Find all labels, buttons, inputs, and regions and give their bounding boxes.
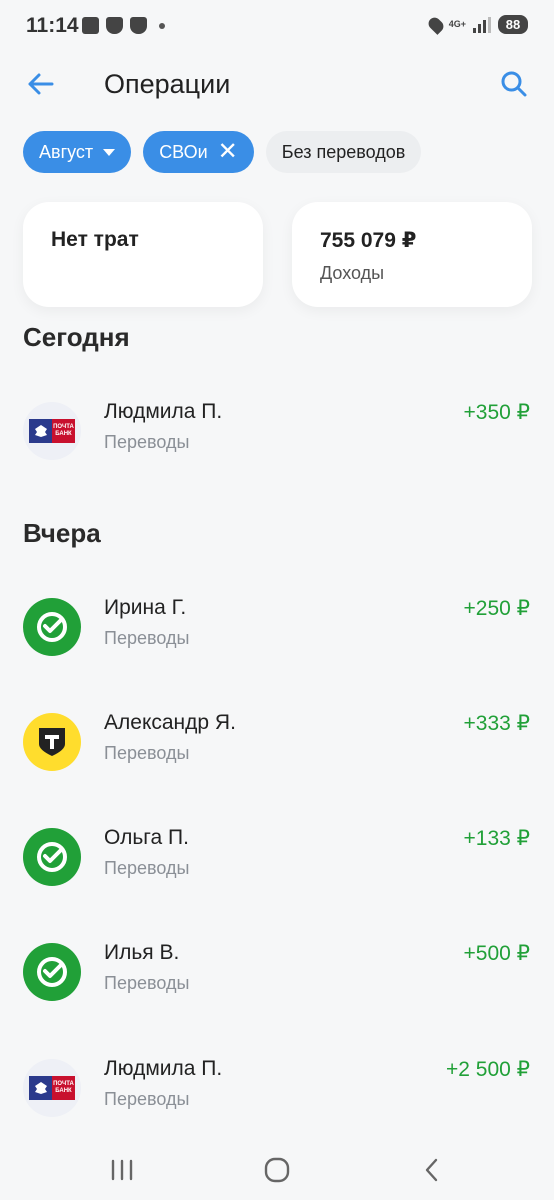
- operation-row[interactable]: ПОЧТА БАНК Людмила П. Переводы +2 500 ₽: [0, 1053, 554, 1123]
- operation-category: Переводы: [104, 432, 190, 452]
- operation-amount: +333 ₽: [463, 712, 531, 735]
- operation-category: Переводы: [104, 973, 190, 993]
- status-bar: 11:14 4G+ 88: [0, 0, 554, 56]
- notification-icons: [82, 17, 165, 34]
- summary-cards: Нет трат 755 079 ₽ Доходы: [23, 202, 532, 307]
- search-icon: [501, 71, 527, 97]
- filter-chip-category[interactable]: СВОи ✕: [143, 131, 254, 173]
- sber-logo-icon: [23, 828, 81, 886]
- operation-row[interactable]: ПОЧТА БАНК Людмила П. Переводы +350 ₽: [0, 396, 554, 466]
- filter-chips: Август СВОи ✕ Без переводов: [23, 131, 422, 173]
- tbank-notification-icon: [106, 17, 123, 34]
- spending-value: Нет трат: [51, 228, 139, 251]
- operation-category: Переводы: [104, 1089, 190, 1109]
- pochta-logo-text: ПОЧТА БАНК: [52, 1076, 75, 1100]
- operation-category: Переводы: [104, 628, 190, 648]
- operation-row[interactable]: Ирина Г. Переводы +250 ₽: [0, 592, 554, 662]
- tbank-notification-icon-2: [130, 17, 147, 34]
- sber-logo-icon: [23, 943, 81, 1001]
- search-button[interactable]: [496, 66, 532, 102]
- operation-category: Переводы: [104, 858, 190, 878]
- income-label: Доходы: [320, 263, 385, 283]
- operation-amount: +250 ₽: [463, 597, 531, 620]
- operation-row[interactable]: Ольга П. Переводы +133 ₽: [0, 822, 554, 892]
- back-button[interactable]: [22, 66, 58, 102]
- operation-name: Илья В.: [104, 941, 180, 964]
- app-header: Операции: [0, 56, 554, 114]
- operation-name: Ольга П.: [104, 826, 189, 849]
- system-icons: 4G+ 88: [425, 14, 528, 35]
- filter-chip-month-label: Август: [39, 141, 94, 162]
- income-card[interactable]: 755 079 ₽ Доходы: [292, 202, 532, 307]
- operation-category: Переводы: [104, 743, 190, 763]
- operation-amount: +500 ₽: [463, 942, 531, 965]
- status-time: 11:14: [26, 14, 79, 37]
- close-icon[interactable]: ✕: [218, 140, 238, 164]
- operation-amount: +133 ₽: [463, 827, 531, 850]
- home-button[interactable]: [257, 1152, 297, 1188]
- network-type: 4G+: [448, 19, 466, 29]
- section-title-yesterday: Вчера: [23, 518, 101, 548]
- operation-amount: +350 ₽: [463, 401, 531, 424]
- operation-name: Людмила П.: [104, 400, 223, 423]
- system-back-button[interactable]: [412, 1152, 452, 1188]
- filter-chip-no-transfers[interactable]: Без переводов: [265, 131, 422, 173]
- operation-row[interactable]: Илья В. Переводы +500 ₽: [0, 937, 554, 1007]
- operation-name: Александр Я.: [104, 711, 236, 734]
- caret-down-icon: [103, 148, 116, 156]
- location-icon: [425, 14, 446, 35]
- chevron-left-icon: [425, 1158, 438, 1182]
- operation-name: Ирина Г.: [104, 596, 187, 619]
- system-nav-bar: [0, 1140, 554, 1200]
- operation-amount: +2 500 ₽: [445, 1058, 530, 1081]
- pochta-bank-logo-icon: ПОЧТА БАНК: [23, 1059, 81, 1117]
- page-title: Операции: [104, 69, 231, 99]
- recent-apps-button[interactable]: [102, 1152, 142, 1188]
- section-title-today: Сегодня: [23, 322, 130, 352]
- recent-apps-icon: [111, 1159, 133, 1181]
- gallery-notification-icon: [82, 17, 99, 34]
- pochta-bank-logo-icon: ПОЧТА БАНК: [23, 402, 81, 460]
- signal-icon: [473, 16, 491, 33]
- home-icon: [264, 1157, 290, 1183]
- sber-logo-icon: [23, 598, 81, 656]
- spending-card[interactable]: Нет трат: [23, 202, 263, 307]
- more-notifications-dot-icon: [159, 22, 165, 29]
- operation-row[interactable]: Александр Я. Переводы +333 ₽: [0, 707, 554, 777]
- pochta-logo-text: ПОЧТА БАНК: [52, 419, 75, 443]
- operation-name: Людмила П.: [104, 1057, 223, 1080]
- income-value: 755 079 ₽: [320, 229, 417, 252]
- arrow-left-icon: [28, 73, 54, 95]
- filter-chip-category-label: СВОи: [159, 141, 208, 162]
- t-bank-logo-icon: [23, 713, 81, 771]
- filter-chip-no-transfers-label: Без переводов: [281, 141, 406, 162]
- filter-chip-month[interactable]: Август: [23, 131, 132, 173]
- battery-indicator: 88: [498, 15, 528, 34]
